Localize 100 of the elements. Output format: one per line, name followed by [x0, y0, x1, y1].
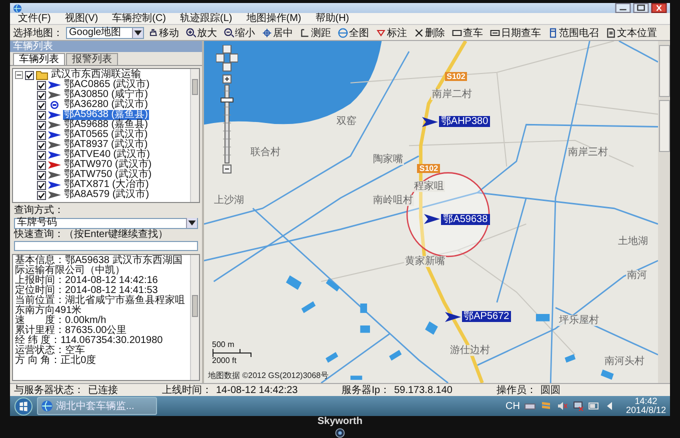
info-line: 速 度：0.00km/h	[15, 316, 106, 326]
checkbox[interactable]	[37, 100, 46, 110]
checkbox[interactable]	[37, 110, 46, 120]
clock-date[interactable]: 2014/8/12	[626, 406, 666, 415]
query-mode-select[interactable]: 车牌号码	[14, 218, 198, 228]
maximize-icon[interactable]	[633, 3, 649, 13]
map-select-label: 选择地图：	[13, 26, 63, 40]
place-label: 南河头村	[604, 356, 646, 367]
toolbar-button[interactable]: 移动	[145, 26, 182, 40]
tree-item[interactable]: 鄂AT0565 (武汉市)	[63, 130, 149, 140]
panel-tab[interactable]: 车辆列表	[13, 53, 65, 65]
vehicle-arrow-icon[interactable]	[422, 116, 438, 127]
pond-shape	[350, 376, 362, 380]
menu-item[interactable]: 视图(V)	[64, 12, 98, 24]
place-label: 南河	[626, 270, 648, 282]
status-value: 59.173.8.140	[394, 384, 452, 396]
quick-search-field[interactable]	[14, 241, 198, 251]
tree-item[interactable]: 鄂ATW750 (武汉市)	[63, 170, 153, 180]
checkbox[interactable]	[37, 160, 46, 170]
panel-tab[interactable]: 报警列表	[66, 53, 118, 65]
toolbar-button[interactable]: 查车	[449, 26, 486, 40]
toolbar-button[interactable]: 测距	[297, 26, 334, 40]
toolbar-icon	[490, 28, 500, 38]
place-label: 南岸三村	[567, 147, 610, 158]
checkbox[interactable]	[37, 90, 46, 100]
keyboard-icon[interactable]	[524, 401, 536, 411]
minimize-icon[interactable]	[615, 3, 631, 13]
language-indicator[interactable]: CH	[506, 400, 520, 412]
scrollbar[interactable]	[190, 255, 199, 380]
vehicle-arrow-icon[interactable]	[424, 214, 440, 224]
network-icon[interactable]	[572, 401, 584, 411]
checkbox[interactable]	[37, 180, 46, 190]
brand-logo: Skyworth	[317, 416, 362, 426]
place-label: 游仕边村	[449, 345, 492, 356]
quick-search-label: 快速查询：（按Enter键继续查找）	[14, 230, 169, 240]
toolbar-button[interactable]: 文本位置	[603, 26, 660, 40]
zoom-control[interactable]	[216, 45, 238, 175]
place-label: 联合村	[249, 147, 282, 158]
place-label: 程家咀	[412, 181, 445, 192]
menu-item[interactable]: 轨迹跟踪(L)	[180, 12, 232, 24]
collapse-icon[interactable]	[15, 71, 23, 79]
pond-shape	[326, 278, 340, 292]
tree-item[interactable]: 鄂A30850 (咸宁市)	[63, 90, 149, 100]
status-value: 圆圆	[540, 384, 560, 397]
tree-item[interactable]: 鄂ATX871 (大冶市)	[63, 180, 150, 190]
power-button-icon[interactable]	[335, 428, 345, 438]
pond-shape	[326, 352, 338, 363]
info-line: 运营状态：空车	[15, 346, 86, 356]
app-globe-icon	[13, 4, 22, 12]
tree-item[interactable]: 鄂AT8937 (武汉市)	[63, 140, 149, 150]
menu-item[interactable]: 文件(F)	[18, 12, 51, 24]
vehicle-arrow-icon[interactable]	[444, 312, 461, 322]
toolbar-button[interactable]: 标注	[373, 26, 410, 40]
status-label: 与服务器状态：	[14, 384, 84, 397]
toolbar-icon	[148, 28, 158, 38]
tree-item[interactable]: 鄂A36280 (武汉市)	[63, 100, 149, 110]
checkbox[interactable]	[37, 170, 46, 180]
toolbar-button[interactable]: 放大	[183, 26, 220, 40]
tree-item[interactable]: 鄂A8A579 (武汉市)	[63, 190, 150, 200]
place-label: 南岭咀村	[372, 194, 414, 206]
scale-bar-icon	[212, 349, 252, 357]
checkbox[interactable]	[37, 80, 46, 90]
place-label: 双窑	[336, 116, 358, 128]
checkbox[interactable]	[37, 190, 46, 200]
map-select[interactable]: Google地图	[66, 26, 144, 38]
toolbar-button[interactable]: 缩小	[221, 26, 258, 40]
tree-item[interactable]: 鄂ATW970 (武汉市)	[63, 160, 153, 170]
toolbar-icon	[414, 28, 424, 38]
map-copyright: 地图数据 ©2012 GS(2012)3068号	[208, 370, 329, 381]
checkbox[interactable]	[37, 140, 46, 150]
checkbox[interactable]	[37, 150, 46, 160]
speaker-icon[interactable]	[556, 401, 568, 411]
info-line: 定位时间：2014-08-12 14:41:53	[15, 286, 158, 296]
checkbox[interactable]	[25, 70, 34, 80]
close-icon[interactable]	[651, 3, 667, 13]
panel-title: 车辆列表	[13, 41, 53, 52]
status-label: 服务器Ip：	[342, 384, 390, 397]
checkbox[interactable]	[37, 120, 46, 130]
menu-item[interactable]: 帮助(H)	[315, 12, 350, 24]
toolbar-icon	[606, 28, 616, 38]
pond-shape	[389, 350, 402, 361]
checkbox[interactable]	[37, 130, 46, 140]
menu-item[interactable]: 车辆控制(C)	[112, 12, 166, 24]
toolbar-button[interactable]: 居中	[259, 26, 296, 40]
menu-item[interactable]: 地图操作(M)	[246, 12, 302, 24]
clock-time[interactable]: 14:42	[634, 397, 658, 406]
toolbar-button[interactable]: 删除	[411, 26, 448, 40]
start-button[interactable]	[14, 396, 33, 416]
tree-item[interactable]: 鄂A59688 (嘉鱼县)	[63, 120, 149, 130]
dropdown-caret-icon	[132, 28, 143, 38]
toolbar-button[interactable]: 日期查车	[487, 26, 544, 40]
toolbar-button[interactable]: 全图	[335, 26, 372, 40]
tree-item[interactable]: 武汉市东西湖联运输	[50, 70, 142, 80]
info-line: 方 向 角：正北0度	[15, 356, 98, 366]
scrollbar[interactable]	[190, 69, 199, 202]
tree-item[interactable]: 鄂AC0865 (武汉市)	[63, 80, 151, 90]
toolbar-button[interactable]: 范围电召	[545, 26, 602, 40]
info-line: 累计里程：87635.00公里	[15, 326, 128, 336]
tree-item[interactable]: 鄂ATVE40 (武汉市)	[63, 150, 151, 160]
place-label: 南岸二村	[431, 88, 473, 100]
